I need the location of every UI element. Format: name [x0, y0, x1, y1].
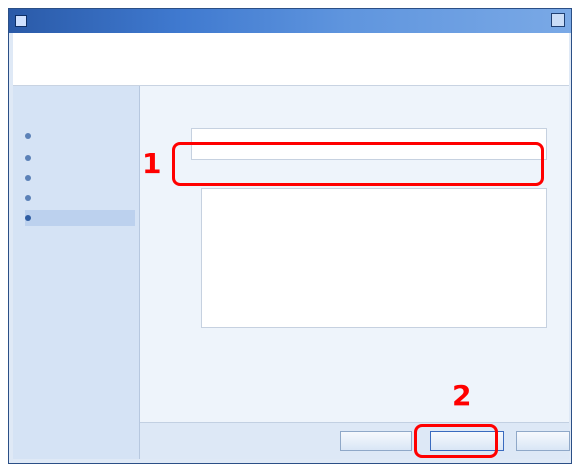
- step-dot-icon: [25, 215, 31, 221]
- step-dot-icon: [25, 155, 31, 161]
- app-icon: [15, 15, 27, 27]
- step-number-2: 2: [452, 379, 472, 412]
- window-titlebar: [9, 9, 571, 33]
- wizard-steps-nav: [13, 86, 140, 459]
- step-number-1: 1: [142, 147, 162, 180]
- dialog-content: [13, 33, 570, 459]
- step-item-3[interactable]: [25, 170, 135, 186]
- callout-highlight-name-field: [172, 142, 544, 186]
- close-icon[interactable]: [551, 13, 565, 27]
- description-textarea[interactable]: [201, 188, 547, 328]
- step-item-4[interactable]: [25, 190, 135, 206]
- step-item-5[interactable]: [25, 210, 135, 226]
- step-item-1[interactable]: [25, 128, 135, 144]
- button-bar: [140, 422, 570, 459]
- dialog-window: [8, 8, 572, 464]
- cancel-button[interactable]: [516, 431, 570, 451]
- step-item-2[interactable]: [25, 150, 135, 166]
- step-dot-icon: [25, 133, 31, 139]
- step-dot-icon: [25, 195, 31, 201]
- step-dot-icon: [25, 175, 31, 181]
- callout-highlight-next-button: [414, 424, 498, 458]
- back-button[interactable]: [340, 431, 412, 451]
- wizard-header: [13, 33, 569, 86]
